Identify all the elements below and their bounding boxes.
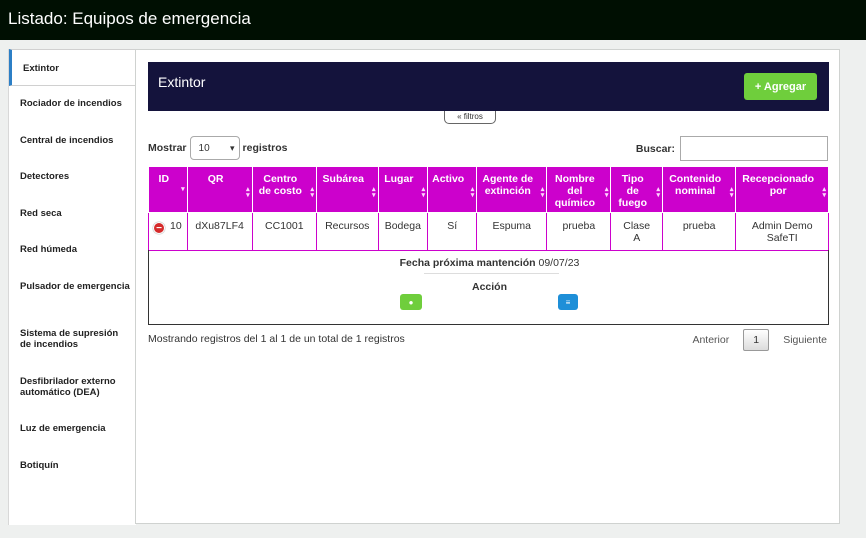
- page-length-control: Mostrar 10 ▾ registros: [148, 136, 287, 160]
- col-lugar[interactable]: Lugar ▴ ▾: [377, 166, 429, 213]
- view-button[interactable]: ●: [400, 294, 422, 310]
- next-maintenance-label: Fecha próxima mantención: [399, 257, 536, 269]
- table-info: Mostrando registros del 1 al 1 de un tot…: [148, 333, 405, 345]
- add-button[interactable]: + Agregar: [744, 73, 817, 100]
- filters-toggle[interactable]: « filtros: [444, 111, 496, 124]
- sidebar-item-dea[interactable]: Desfibrilador externo automático (DEA): [9, 376, 137, 398]
- action-label: Acción: [471, 281, 507, 293]
- page-1-button[interactable]: 1: [743, 329, 770, 351]
- sort-icon: ▴ ▾: [421, 186, 426, 199]
- cell-agente: Espuma: [476, 212, 548, 251]
- cell-subarea: Recursos: [315, 212, 379, 251]
- panel-header: Extintor + Agregar: [148, 62, 829, 111]
- show-label: Mostrar: [148, 142, 187, 154]
- cell-recepcionado: Admin Demo SafeTI: [735, 212, 829, 251]
- cell-contenido: prueba: [661, 212, 737, 251]
- cell-tipo: Clase A: [610, 212, 663, 251]
- row-detail: Fecha próxima mantención 09/07/23 Acción…: [148, 250, 829, 325]
- col-activo[interactable]: Activo ▴ ▾: [427, 166, 478, 213]
- col-quimico[interactable]: Nombre del químico ▴ ▾: [546, 166, 612, 213]
- chevron-down-icon: ▾: [229, 142, 235, 153]
- panel-title: Extintor: [158, 74, 206, 90]
- col-qr[interactable]: QR ▴ ▾: [186, 166, 253, 213]
- cell-activo: Sí: [427, 212, 478, 251]
- col-agente[interactable]: Agente de extinción ▴ ▾: [476, 166, 548, 213]
- prev-page-button[interactable]: Anterior: [692, 334, 729, 346]
- sidebar-item-botiquin[interactable]: Botiquín: [9, 460, 137, 471]
- document-icon: ≡: [565, 297, 571, 307]
- search-input[interactable]: [680, 136, 828, 161]
- document-button[interactable]: ≡: [558, 294, 578, 310]
- col-contenido[interactable]: Contenido nominal ▴ ▾: [661, 166, 737, 213]
- next-maintenance-value: 09/07/23: [538, 257, 580, 269]
- sort-icon: ▴ ▾: [310, 186, 314, 199]
- next-maintenance: Fecha próxima mantención 09/07/23: [149, 257, 830, 269]
- sidebar: Extintor Rociador de incendios Central d…: [8, 49, 137, 525]
- collapse-row-icon[interactable]: −: [153, 222, 165, 234]
- sort-icon: ▴ ▾: [372, 186, 376, 199]
- sidebar-item-supresion[interactable]: Sistema de supresión de incendios: [9, 328, 137, 350]
- sidebar-item-luz[interactable]: Luz de emergencia: [9, 423, 137, 434]
- divider: [424, 273, 559, 274]
- page-length-value: 10: [198, 142, 210, 154]
- sort-icon: ▾: [181, 186, 185, 193]
- col-id[interactable]: ID ▾: [148, 166, 188, 213]
- sidebar-item-extintor[interactable]: Extintor: [9, 49, 137, 86]
- sort-icon: ▴ ▾: [656, 186, 660, 199]
- table-row[interactable]: −10 dXu87LF4 CC1001 Recursos Bodega Sí E…: [148, 212, 829, 251]
- cell-qr: dXu87LF4: [186, 212, 253, 251]
- sidebar-item-rociador[interactable]: Rociador de incendios: [9, 98, 137, 109]
- sidebar-item-central[interactable]: Central de incendios: [9, 135, 137, 146]
- cell-id: −10: [148, 212, 188, 251]
- cell-quimico: prueba: [546, 212, 612, 251]
- registros-label: registros: [242, 142, 288, 154]
- sidebar-item-pulsador[interactable]: Pulsador de emergencia: [9, 281, 137, 292]
- sidebar-item-red-humeda[interactable]: Red húmeda: [9, 244, 137, 255]
- sort-icon: ▴ ▾: [729, 186, 734, 199]
- search-label: Buscar:: [635, 142, 675, 155]
- col-tipo[interactable]: Tipo de fuego ▴ ▾: [610, 166, 663, 213]
- sidebar-item-red-seca[interactable]: Red seca: [9, 208, 137, 219]
- next-page-button[interactable]: Siguiente: [783, 334, 827, 346]
- col-centro[interactable]: Centro de costo ▴ ▾: [251, 166, 317, 213]
- sidebar-item-detectores[interactable]: Detectores: [9, 171, 137, 182]
- sort-icon: ▴ ▾: [540, 186, 545, 199]
- col-recepcionado[interactable]: Recepcionado por ▴ ▾: [735, 166, 829, 213]
- sort-icon: ▴ ▾: [822, 186, 826, 199]
- page-title: Listado: Equipos de emergencia: [8, 9, 251, 28]
- app-header: Listado: Equipos de emergencia: [0, 0, 866, 40]
- equipment-table: ID ▾ QR ▴ ▾ Centro de costo ▴ ▾ Subárea ▴ ▾ Lug…: [148, 166, 829, 251]
- eye-icon: ●: [408, 297, 414, 307]
- main-panel: Extintor + Agregar « filtros Mostrar 10 …: [135, 49, 840, 524]
- pagination: Anterior 1 Siguiente: [692, 329, 827, 351]
- sort-icon: ▴ ▾: [246, 186, 250, 199]
- sort-icon: ▴ ▾: [604, 186, 609, 199]
- page-length-select[interactable]: 10 ▾: [189, 136, 240, 160]
- sort-icon: ▴ ▾: [470, 186, 475, 199]
- cell-centro: CC1001: [251, 212, 317, 251]
- search-control: Buscar:: [636, 136, 828, 161]
- col-subarea[interactable]: Subárea ▴ ▾: [315, 166, 379, 213]
- cell-lugar: Bodega: [377, 212, 429, 251]
